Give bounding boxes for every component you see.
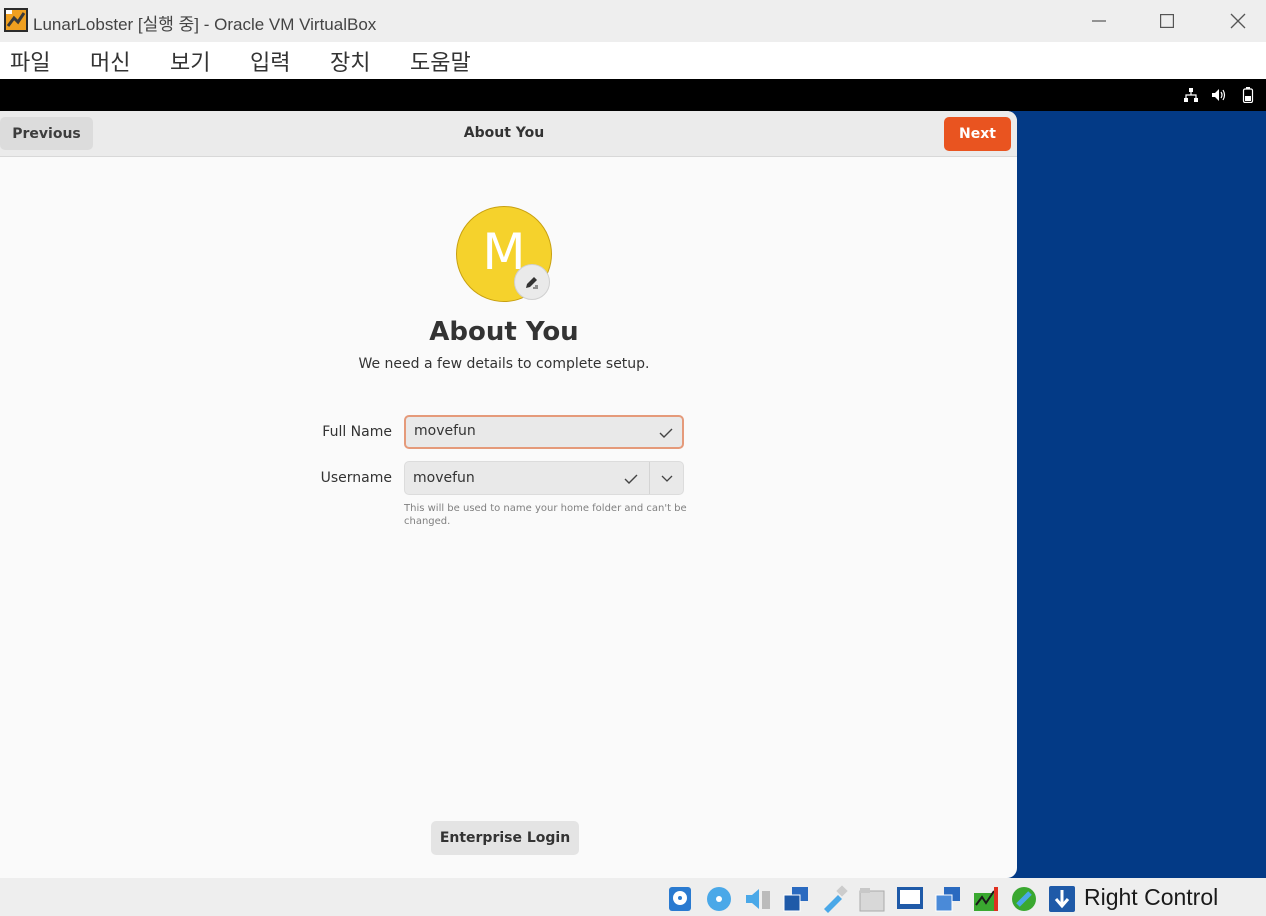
minimize-icon [1092, 20, 1106, 22]
installer-window: Previous About You Next M About You We n… [0, 111, 1017, 878]
maximize-icon [1160, 14, 1174, 28]
check-icon [624, 474, 638, 484]
display-icon[interactable] [896, 885, 924, 913]
menu-machine[interactable]: 머신 [90, 45, 130, 77]
minimize-button[interactable] [1076, 0, 1122, 42]
full-name-field[interactable]: movefun [404, 415, 684, 449]
username-label: Username [320, 470, 392, 486]
network-icon[interactable] [1183, 87, 1199, 103]
host-key-label: Right Control [1084, 884, 1219, 910]
username-field[interactable]: movefun [404, 461, 684, 495]
installer-header: Previous About You Next [0, 111, 1017, 157]
menubar: 파일 머신 보기 입력 장치 도움말 [0, 42, 1266, 79]
check-icon [659, 428, 673, 438]
full-name-value: movefun [414, 423, 476, 439]
virtualbox-app-icon [4, 8, 28, 32]
shared-folders-icon[interactable] [858, 885, 886, 913]
menu-help[interactable]: 도움말 [410, 45, 471, 77]
keyboard-capture-icon[interactable] [1048, 885, 1076, 913]
menu-view[interactable]: 보기 [170, 45, 210, 77]
pencil-icon [526, 277, 538, 289]
page-heading: About You [429, 317, 579, 347]
username-dropdown-button[interactable] [650, 462, 684, 494]
header-title: About You [463, 125, 545, 141]
audio-icon[interactable] [744, 885, 772, 913]
window-title: LunarLobster [실행 중] - Oracle VM VirtualB… [33, 15, 377, 34]
full-name-label: Full Name [322, 424, 392, 440]
network-adapter-icon[interactable] [782, 885, 810, 913]
vm-statusbar: Right Control [0, 878, 1266, 916]
cpu-activity-icon[interactable] [972, 885, 1000, 913]
avatar-edit-button[interactable] [514, 264, 550, 300]
usb-icon[interactable] [820, 885, 848, 913]
enterprise-login-button[interactable]: Enterprise Login [431, 821, 579, 855]
chevron-down-icon [661, 475, 673, 482]
menu-input[interactable]: 입력 [250, 45, 290, 77]
page-subtitle: We need a few details to complete setup. [358, 356, 650, 372]
hard-disk-icon[interactable] [666, 885, 694, 913]
next-button[interactable]: Next [944, 117, 1011, 151]
close-button[interactable] [1215, 0, 1261, 42]
username-help-text: This will be used to name your home fold… [404, 503, 687, 527]
capture-icon[interactable] [934, 885, 962, 913]
maximize-button[interactable] [1144, 0, 1190, 42]
close-icon [1230, 13, 1246, 29]
optical-drive-icon[interactable] [705, 885, 733, 913]
volume-icon[interactable] [1211, 87, 1227, 103]
battery-icon[interactable] [1240, 87, 1256, 103]
username-value: movefun [413, 470, 475, 486]
menu-devices[interactable]: 장치 [330, 45, 370, 77]
menu-file[interactable]: 파일 [10, 45, 50, 77]
vm-top-panel [0, 79, 1266, 111]
mouse-integration-icon[interactable] [1010, 885, 1038, 913]
window-titlebar: LunarLobster [실행 중] - Oracle VM VirtualB… [0, 0, 1266, 42]
